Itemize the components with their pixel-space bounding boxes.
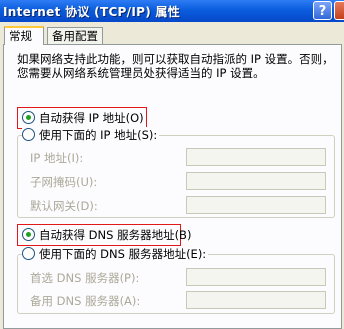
title-bar: Internet 协议 (TCP/IP) 属性 ? xyxy=(0,0,344,22)
radio-auto-dns[interactable]: 自动获得 DNS 服务器地址(B) xyxy=(22,227,191,243)
ip-address-input[interactable] xyxy=(186,148,326,166)
help-button[interactable]: ? xyxy=(313,1,332,20)
radio-manual-dns-indicator[interactable] xyxy=(22,247,35,260)
radio-manual-ip[interactable]: 使用下面的 IP 地址(S): xyxy=(22,127,160,143)
description-text: 如果网络支持此功能，则可以获取自动指派的 IP 设置。否则，您需要从网络系统管理… xyxy=(17,52,334,80)
default-gateway-input[interactable] xyxy=(186,196,326,214)
default-gateway-label: 默认网关(D): xyxy=(30,199,98,213)
subnet-mask-input[interactable] xyxy=(186,172,326,190)
alternate-dns-label: 备用 DNS 服务器(A): xyxy=(30,294,141,308)
tab-general[interactable]: 常规 xyxy=(4,26,44,45)
radio-auto-dns-label: 自动获得 DNS 服务器地址(B) xyxy=(39,228,192,242)
radio-manual-dns-label: 使用下面的 DNS 服务器地址(E): xyxy=(39,247,207,261)
window-title: Internet 协议 (TCP/IP) 属性 xyxy=(3,5,181,19)
preferred-dns-label: 首选 DNS 服务器(P): xyxy=(30,271,140,285)
radio-auto-ip-indicator[interactable] xyxy=(22,111,35,124)
ip-address-label: IP 地址(I): xyxy=(30,151,84,165)
close-button[interactable] xyxy=(334,1,344,20)
radio-manual-dns[interactable]: 使用下面的 DNS 服务器地址(E): xyxy=(22,246,209,262)
preferred-dns-input[interactable] xyxy=(186,268,326,286)
radio-auto-dns-indicator[interactable] xyxy=(22,228,35,241)
radio-manual-ip-indicator[interactable] xyxy=(22,128,35,141)
radio-auto-ip[interactable]: 自动获得 IP 地址(O) xyxy=(22,110,144,126)
tab-alternate-config[interactable]: 备用配置 xyxy=(47,27,103,45)
radio-manual-ip-label: 使用下面的 IP 地址(S): xyxy=(39,128,158,142)
alternate-dns-input[interactable] xyxy=(186,291,326,309)
radio-auto-ip-label: 自动获得 IP 地址(O) xyxy=(39,111,144,125)
subnet-mask-label: 子网掩码(U): xyxy=(30,175,98,189)
